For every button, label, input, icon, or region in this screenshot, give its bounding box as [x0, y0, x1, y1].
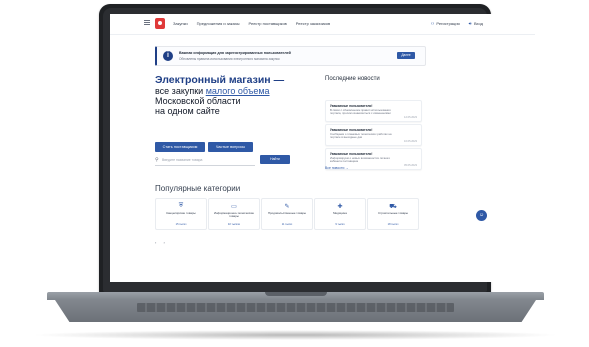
chevron-right-icon[interactable]: ›	[163, 240, 164, 245]
laptop-notch	[265, 292, 327, 296]
laptop-device: Закупки Предложения и заказы Реестр пост…	[0, 0, 589, 347]
notice-button[interactable]: Далее	[397, 52, 415, 59]
category-label: Строительные товары	[377, 211, 409, 215]
news-card-date: 10.05.2023	[404, 140, 417, 143]
category-label: Канцелярские товары	[166, 211, 196, 215]
register-link[interactable]: ⚇ Регистрация	[431, 21, 460, 26]
nav-item-suppliers[interactable]: Реестр поставщиков	[248, 21, 286, 26]
category-count: 32 тысячи	[227, 223, 241, 226]
become-supplier-button[interactable]: Стать поставщиком	[155, 142, 205, 152]
category-count: 9 тысяч	[335, 223, 345, 226]
user-icon: ⚇	[430, 21, 435, 26]
news-card[interactable]: Уважаемые пользователи! Сообщаем о плано…	[325, 124, 422, 146]
pencil-icon: ✎	[284, 204, 290, 210]
category-count: 18 тысяч	[387, 223, 399, 226]
support-chat-button[interactable]: ☺	[476, 210, 487, 221]
info-notice: i Важная информация для зарегистрированн…	[155, 46, 426, 66]
menu-icon[interactable]	[144, 20, 150, 26]
notice-title: Важная информация для зарегистрированных…	[179, 51, 291, 55]
monitor-icon: ▭	[231, 204, 237, 210]
top-navigation-bar: Закупки Предложения и заказы Реестр пост…	[110, 14, 535, 35]
category-card[interactable]: ⛨ Канцелярские товары 15 тысяч	[155, 198, 207, 230]
auth-links: ⚇ Регистрация ⎆ Вход	[431, 21, 483, 26]
news-card-text: Сообщаем о плановых технических работах …	[330, 132, 392, 140]
hero-line-3: Московской области	[155, 96, 241, 106]
hero-heading: Электронный магазин — все закупки малого…	[155, 74, 315, 117]
category-count: 15 тысяч	[175, 223, 187, 226]
main-nav: Закупки Предложения и заказы Реестр пост…	[173, 21, 330, 26]
news-card[interactable]: Уважаемые пользователи! В связи с обновл…	[325, 100, 422, 122]
all-news-link[interactable]: Все новости →	[325, 166, 349, 170]
chevron-left-icon[interactable]: ‹	[155, 240, 156, 245]
categories-title: Популярные категории	[155, 184, 241, 193]
keyboard	[137, 303, 454, 312]
category-card[interactable]: ✚ Медицина 9 тысяч	[314, 198, 366, 230]
category-count: 11 тысяч	[281, 223, 293, 226]
hero-line-2-prefix: все закупки	[155, 86, 206, 96]
hero-highlight: малого объема	[205, 86, 270, 96]
nav-item-offers[interactable]: Предложения и заказы	[197, 21, 240, 26]
sign-in-link[interactable]: ⎆ Вход	[469, 21, 483, 26]
hero-line-4: на одном сайте	[155, 106, 220, 116]
search-input[interactable]: ⚲ Введите название товара	[155, 156, 255, 166]
news-card-text: В связи с обновлением правил использован…	[330, 108, 391, 116]
category-card[interactable]: ✎ Продовольственные товары 11 тысяч	[261, 198, 313, 230]
category-card[interactable]: ⛟ Строительные товары 18 тысяч	[367, 198, 419, 230]
info-icon: i	[163, 51, 173, 61]
notice-text: Обновлены правила использования электрон…	[179, 57, 280, 61]
truck-icon: ⛟	[389, 204, 397, 210]
logo-icon[interactable]	[155, 18, 165, 29]
nav-item-purchases[interactable]: Закупки	[173, 21, 188, 26]
category-label: Продовольственные товары	[267, 211, 307, 215]
register-label: Регистрация	[436, 21, 460, 26]
laptop-base	[47, 292, 544, 332]
news-card-date: 12.05.2023	[404, 116, 417, 119]
shield-icon: ⛨	[178, 203, 184, 209]
laptop-screen: Закупки Предложения и заказы Реестр пост…	[110, 14, 535, 282]
news-card-date: 05.05.2023	[404, 164, 417, 167]
hero-line-1: Электронный магазин —	[155, 74, 285, 86]
news-card-text: Информируем о новых возможностях личного…	[330, 156, 391, 164]
login-icon: ⎆	[468, 21, 472, 26]
faq-button[interactable]: Частые вопросы	[208, 142, 253, 152]
search-placeholder: Введите название товара	[162, 158, 203, 162]
medicine-icon: ✚	[337, 204, 343, 210]
news-title: Последние новости	[325, 76, 380, 82]
category-label: Информационно-технические товары	[213, 211, 255, 219]
category-label: Медицина	[333, 211, 347, 215]
search-icon: ⚲	[155, 157, 159, 163]
carousel-pager: ‹ ›	[155, 240, 171, 245]
hero-line-2: все закупки малого объема	[155, 86, 315, 96]
search-button[interactable]: Найти	[260, 155, 290, 164]
category-card[interactable]: ▭ Информационно-технические товары 32 ты…	[208, 198, 260, 230]
sign-in-label: Вход	[473, 21, 483, 26]
nav-item-customers[interactable]: Реестр заказчиков	[296, 21, 330, 26]
